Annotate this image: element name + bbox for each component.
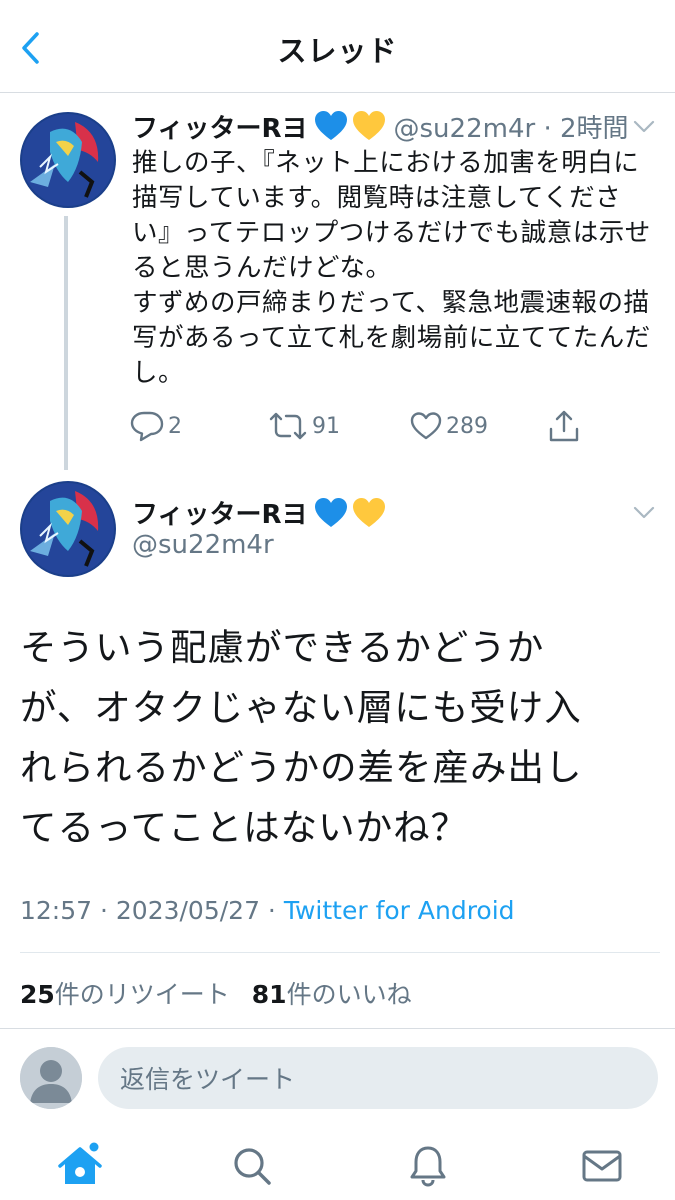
reply-count: 2 (168, 413, 182, 439)
tweet-actions: 2 91 289 (130, 404, 600, 448)
tweet-stats: 25件のリツイート 81件のいいね (20, 975, 412, 1011)
tweet-meta: 12:57 · 2023/05/27 · Twitter for Android (20, 896, 515, 925)
divider (20, 952, 660, 953)
display-name[interactable]: フィッターRヨ (132, 494, 308, 531)
yellow-heart-icon (352, 111, 385, 140)
tab-notifications[interactable] (404, 1142, 452, 1190)
avatar[interactable] (20, 112, 116, 208)
default-avatar-icon (20, 1047, 82, 1109)
reply-button[interactable]: 2 (130, 404, 182, 448)
handle-and-time: @su22m4r · 2時間 (393, 113, 629, 144)
blue-heart-icon (314, 497, 347, 527)
likes-stat[interactable]: 81件のいいね (252, 980, 412, 1009)
page-title: スレッド (277, 34, 398, 68)
tweet-author: フィッターRヨ (132, 494, 386, 531)
tab-search[interactable] (228, 1142, 276, 1190)
timestamp: 12:57 · 2023/05/27 · (20, 896, 284, 925)
reply-input[interactable]: 返信をツイート (98, 1047, 658, 1109)
tab-messages[interactable] (578, 1142, 626, 1190)
reply-icon (130, 411, 164, 442)
like-icon (410, 412, 442, 440)
display-name[interactable]: フィッターRヨ (132, 108, 308, 145)
retweet-count: 91 (312, 413, 340, 439)
source-link[interactable]: Twitter for Android (284, 896, 515, 925)
retweet-total: 25 (20, 980, 55, 1009)
tweet-text: 推しの子、『ネット上における加害を明白に 描写しています。閲覧時は注意してくださ… (132, 148, 651, 388)
chevron-down-icon (633, 120, 655, 133)
tweet-menu-button[interactable] (627, 496, 661, 530)
like-total: 81 (251, 980, 287, 1009)
notifications-icon (410, 1146, 446, 1187)
like-label: 件のいいね (286, 980, 412, 1009)
thread-line (64, 216, 68, 470)
handle: @su22m4r (132, 530, 274, 560)
avatar[interactable] (20, 481, 116, 577)
chevron-down-icon (633, 506, 655, 519)
messages-icon (582, 1150, 622, 1182)
reply-bar: 返信をツイート (0, 1028, 675, 1128)
like-button[interactable]: 289 (410, 404, 488, 448)
retweets-stat[interactable]: 25件のリツイート (20, 980, 230, 1009)
share-button[interactable] (548, 404, 580, 448)
bottom-tab-bar (0, 1128, 675, 1200)
tweet-menu-button[interactable] (627, 110, 661, 144)
tweet-text: そういう配慮ができるかどうか が、オタクじゃない層にも受け入 れられるかどうかの… (20, 626, 583, 849)
share-icon (549, 410, 579, 442)
user-avatar[interactable] (20, 1047, 82, 1109)
tab-home[interactable] (56, 1142, 104, 1190)
retweet-label: 件のリツイート (54, 980, 230, 1009)
yellow-heart-icon (352, 497, 385, 527)
search-icon (234, 1148, 271, 1185)
tweet-header: フィッターRヨ @su22m4r · 2時間 (132, 106, 629, 146)
retweet-button[interactable]: 91 (268, 404, 340, 448)
retweet-icon (269, 412, 307, 440)
like-count: 289 (446, 413, 488, 439)
blue-heart-icon (314, 111, 347, 140)
home-icon (58, 1142, 102, 1184)
header-bar: スレッド (0, 0, 675, 93)
